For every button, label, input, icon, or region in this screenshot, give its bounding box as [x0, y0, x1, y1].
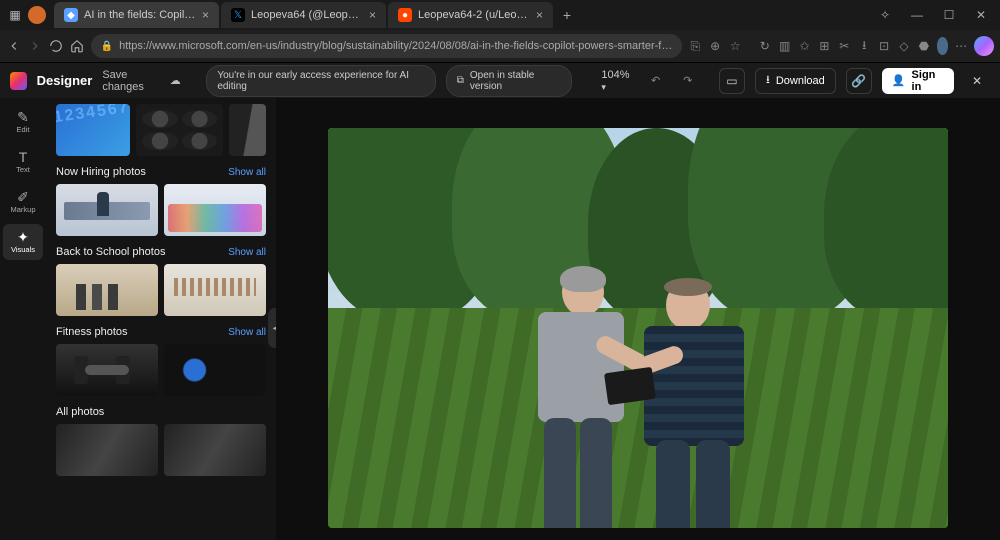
external-icon: ⧉: [457, 75, 464, 86]
more-icon[interactable]: ⋯: [954, 35, 968, 57]
thumb-hallway[interactable]: [164, 264, 266, 316]
visuals-panel: Now Hiring photos Show all Back to Schoo…: [46, 98, 276, 540]
tab-title: Leopeva64-2 (u/Leopeva64-2) - R: [418, 9, 530, 21]
thumb-dumbbells[interactable]: [56, 344, 158, 396]
section-title: All photos: [56, 406, 104, 418]
forward-button[interactable]: [27, 34, 42, 58]
downloads-icon[interactable]: ⭳: [857, 35, 871, 57]
thumb-numbers[interactable]: [56, 104, 130, 156]
history-icon[interactable]: ↻: [758, 35, 772, 57]
close-icon[interactable]: ×: [202, 8, 209, 22]
save-status[interactable]: Save changes ☁: [102, 69, 180, 93]
back-button[interactable]: [6, 34, 21, 58]
new-tab-button[interactable]: +: [555, 7, 579, 23]
read-aloud-icon[interactable]: ⎘: [688, 35, 702, 57]
section-title: Now Hiring photos: [56, 166, 146, 178]
text-icon: T: [19, 150, 28, 164]
thumb-weights[interactable]: [164, 344, 266, 396]
rail-edit[interactable]: ✎ Edit: [3, 104, 43, 140]
browser-tab[interactable]: 𝕏 Leopeva64 (@Leopeva64) / Twitt ×: [221, 2, 386, 28]
download-icon: ⭳: [766, 71, 770, 90]
canvas-area: [276, 98, 1000, 540]
designer-logo-icon: [10, 72, 27, 90]
app-name: Designer: [37, 73, 93, 88]
main-area: ✎ Edit T Text ✐ Markup ✦ Visuals Now Hir…: [0, 98, 1000, 540]
home-button[interactable]: [69, 34, 84, 58]
markup-icon: ✐: [17, 190, 29, 204]
minimize-button[interactable]: —: [902, 8, 932, 22]
edit-icon: ✎: [17, 110, 29, 124]
favicon-icon: 𝕏: [231, 8, 245, 22]
browser-tab[interactable]: ◆ AI in the fields: Copilot powers sm ×: [54, 2, 219, 28]
thumb-office[interactable]: [56, 184, 158, 236]
tab-title: Leopeva64 (@Leopeva64) / Twitt: [251, 9, 363, 21]
close-window-button[interactable]: ✕: [966, 8, 996, 22]
open-stable-button[interactable]: ⧉ Open in stable version: [446, 65, 572, 97]
collections-icon[interactable]: ⊞: [817, 35, 831, 57]
browser-tab[interactable]: ● Leopeva64-2 (u/Leopeva64-2) - R ×: [388, 2, 553, 28]
rail-markup[interactable]: ✐ Markup: [3, 184, 43, 220]
zoom-level[interactable]: 104% ▾: [601, 69, 634, 93]
cloud-icon: ☁: [170, 74, 181, 87]
eap-badge: You're in our early access experience fo…: [206, 65, 435, 97]
url-text: https://www.microsoft.com/en-us/industry…: [119, 40, 672, 52]
copilot-titlebar-icon[interactable]: ✧: [870, 8, 900, 22]
canvas-tablet: [604, 367, 656, 405]
section-title: Fitness photos: [56, 326, 128, 338]
maximize-button[interactable]: ☐: [934, 8, 964, 22]
rail-visuals[interactable]: ✦ Visuals: [3, 224, 43, 260]
copilot-icon[interactable]: [974, 35, 994, 57]
window-titlebar: ▦ ◆ AI in the fields: Copilot powers sm …: [0, 0, 1000, 30]
designer-toolbar: Designer Save changes ☁ You're in our ea…: [0, 62, 1000, 98]
left-rail: ✎ Edit T Text ✐ Markup ✦ Visuals: [0, 98, 46, 540]
extensions-icon[interactable]: ⊡: [877, 35, 891, 57]
canvas-image[interactable]: [328, 128, 948, 528]
favorites-bar-icon[interactable]: ✩: [798, 35, 812, 57]
show-all-link[interactable]: Show all: [228, 247, 266, 258]
thumb-classroom[interactable]: [56, 264, 158, 316]
thumb-generic[interactable]: [56, 424, 158, 476]
section-title: Back to School photos: [56, 246, 165, 258]
thumb-generic[interactable]: [164, 424, 266, 476]
lock-icon: 🔒: [101, 41, 113, 52]
show-all-link[interactable]: Show all: [228, 327, 266, 338]
person-icon: 👤: [892, 74, 906, 87]
thumb-abstract[interactable]: [229, 104, 266, 156]
thumb-group[interactable]: [164, 184, 266, 236]
close-icon[interactable]: ×: [369, 8, 376, 22]
split-icon[interactable]: ▥: [778, 35, 792, 57]
rail-text[interactable]: T Text: [3, 144, 43, 180]
share-button[interactable]: 🔗: [846, 68, 872, 94]
panel-collapse-handle[interactable]: ◂: [268, 308, 276, 348]
profile-icon[interactable]: [28, 6, 46, 24]
address-bar[interactable]: 🔒 https://www.microsoft.com/en-us/indust…: [91, 34, 683, 58]
download-button[interactable]: ⭳ Download: [755, 68, 836, 94]
show-all-link[interactable]: Show all: [228, 167, 266, 178]
sign-in-button[interactable]: 👤 Sign in: [882, 68, 954, 94]
browser-toolbar: 🔒 https://www.microsoft.com/en-us/indust…: [0, 30, 1000, 62]
pocket-icon[interactable]: ◇: [897, 35, 911, 57]
extension-icon[interactable]: ⬣: [917, 35, 931, 57]
thumb-speakers[interactable]: [136, 104, 222, 156]
avatar-icon[interactable]: [937, 37, 948, 55]
close-icon[interactable]: ×: [536, 8, 543, 22]
close-panel-button[interactable]: ✕: [964, 68, 990, 94]
screenshot-icon[interactable]: ✂: [837, 35, 851, 57]
workspace-icon[interactable]: ▦: [4, 4, 26, 26]
redo-button[interactable]: ↷: [677, 69, 699, 93]
refresh-button[interactable]: [48, 34, 63, 58]
chevron-down-icon: ▾: [601, 82, 606, 92]
favorite-icon[interactable]: ☆: [728, 35, 742, 57]
favicon-icon: ◆: [64, 8, 78, 22]
translate-icon[interactable]: ⊕: [708, 35, 722, 57]
undo-button[interactable]: ↶: [644, 69, 666, 93]
favicon-icon: ●: [398, 8, 412, 22]
tab-title: AI in the fields: Copilot powers sm: [84, 9, 196, 21]
visuals-icon: ✦: [17, 230, 29, 244]
device-preview-button[interactable]: ▭: [719, 68, 745, 94]
